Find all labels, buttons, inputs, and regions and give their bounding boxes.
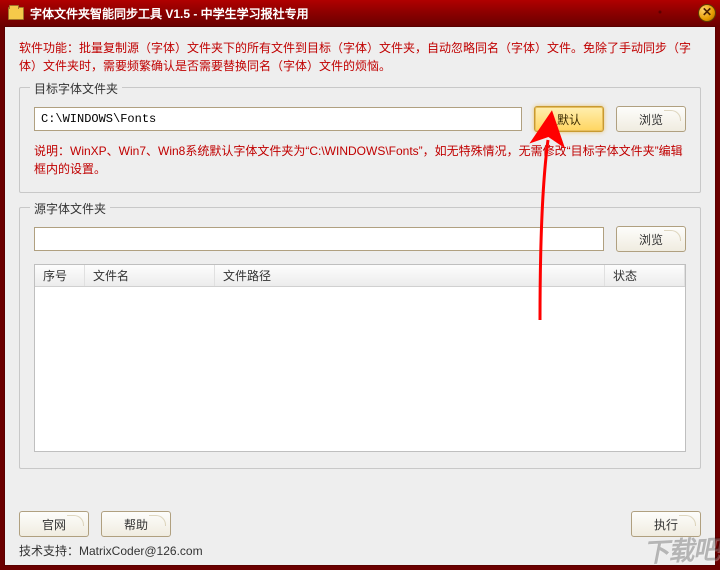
group-target-title: 目标字体文件夹: [30, 80, 122, 97]
source-browse-button[interactable]: 浏览: [616, 226, 686, 252]
window-frame: 软件功能：批量复制源（字体）文件夹下的所有文件到目标（字体）文件夹，自动忽略同名…: [4, 26, 716, 566]
titlebar-decoration: [620, 2, 680, 24]
file-table: 序号 文件名 文件路径 状态: [34, 264, 686, 452]
default-button[interactable]: 默认: [534, 106, 604, 132]
close-button[interactable]: ✕: [698, 4, 716, 22]
target-browse-button[interactable]: 浏览: [616, 106, 686, 132]
group-source-font-folder: 源字体文件夹 浏览 序号 文件名 文件路径 状态: [19, 207, 701, 469]
target-path-input[interactable]: [34, 107, 522, 131]
website-button[interactable]: 官网: [19, 511, 89, 537]
tech-support-label: 技术支持：: [19, 544, 79, 558]
table-header: 序号 文件名 文件路径 状态: [35, 265, 685, 287]
description-text: 软件功能：批量复制源（字体）文件夹下的所有文件到目标（字体）文件夹，自动忽略同名…: [19, 39, 701, 75]
col-filepath[interactable]: 文件路径: [215, 265, 605, 286]
group-target-font-folder: 目标字体文件夹 默认 浏览 说明：WinXP、Win7、Win8系统默认字体文件…: [19, 87, 701, 193]
col-status[interactable]: 状态: [605, 265, 685, 286]
col-index[interactable]: 序号: [35, 265, 85, 286]
group-source-title: 源字体文件夹: [30, 200, 110, 217]
source-path-input[interactable]: [34, 227, 604, 251]
folder-icon: [8, 7, 24, 20]
tech-support-email: MatrixCoder@126.com: [79, 544, 203, 558]
tech-support: 技术支持：MatrixCoder@126.com: [19, 542, 203, 559]
col-filename[interactable]: 文件名: [85, 265, 215, 286]
target-note-text: 说明：WinXP、Win7、Win8系统默认字体文件夹为“C:\WINDOWS\…: [34, 142, 686, 178]
run-button[interactable]: 执行: [631, 511, 701, 537]
window-title: 字体文件夹智能同步工具 V1.5 - 中学生学习报社专用: [30, 5, 309, 22]
bottom-button-row: 官网 帮助 执行: [19, 511, 701, 537]
help-button[interactable]: 帮助: [101, 511, 171, 537]
titlebar: 字体文件夹智能同步工具 V1.5 - 中学生学习报社专用 ✕: [0, 0, 720, 26]
